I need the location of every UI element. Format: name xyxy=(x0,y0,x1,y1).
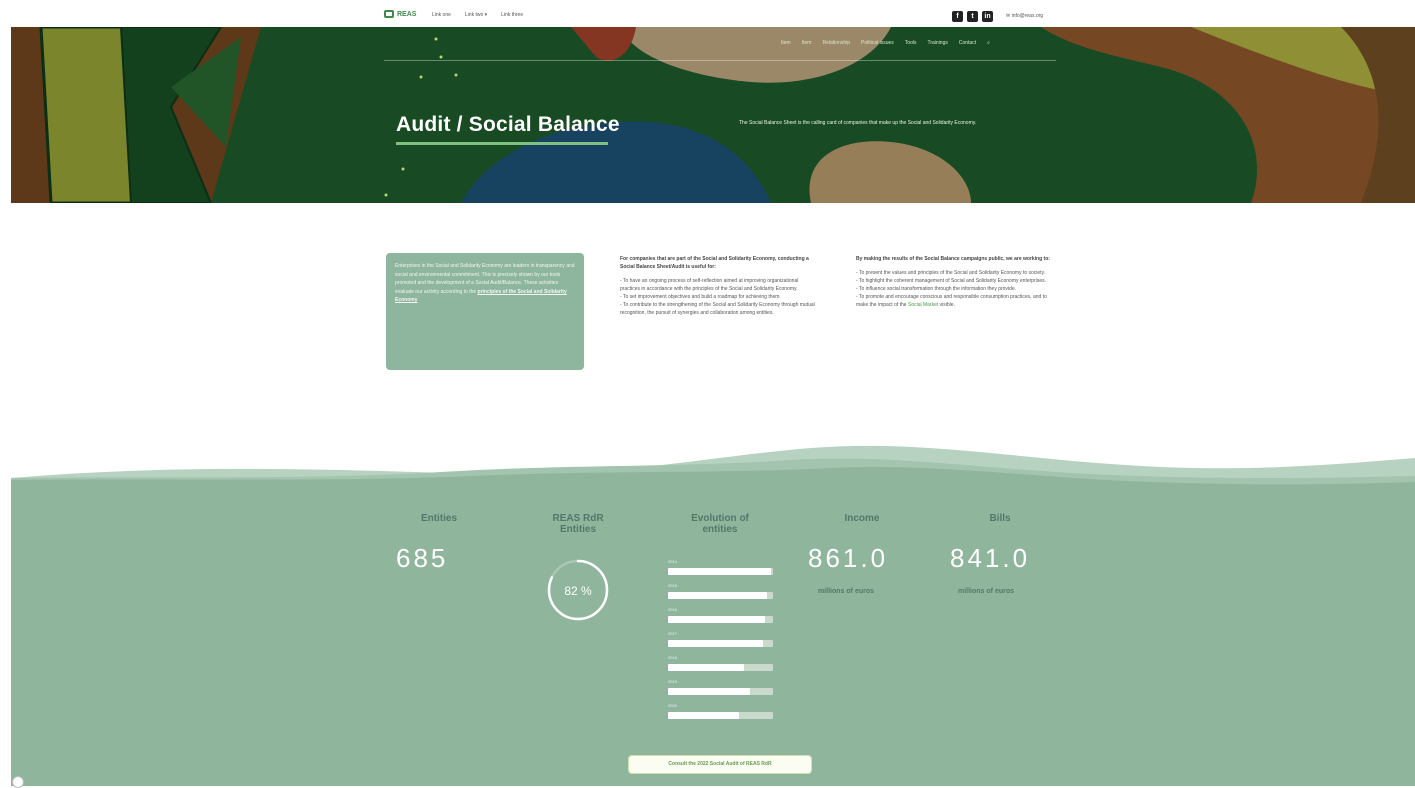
bills-label: Bills xyxy=(989,513,1011,524)
main-nav: Item Item Relationship Political issues … xyxy=(781,40,990,46)
facebook-icon[interactable]: f xyxy=(952,11,963,22)
page-title: Audit / Social Balance xyxy=(396,113,620,136)
evolution-year-label: 2016 xyxy=(668,607,677,612)
evolution-bar-fill xyxy=(668,568,771,575)
email-text: info@reas.org xyxy=(1011,13,1044,19)
hero-illustration xyxy=(11,27,1415,203)
hero-description: The Social Balance Sheet is the calling … xyxy=(739,120,977,126)
nav-item-2[interactable]: Item xyxy=(802,40,812,46)
evolution-bar-fill xyxy=(668,592,767,599)
benefit-item: - To contribute to the strengthening of … xyxy=(620,302,815,316)
logo-mark-icon xyxy=(384,10,394,18)
entities-label: Entities xyxy=(420,513,458,524)
goal-item: - To influence social transformation thr… xyxy=(856,286,1016,292)
nav-item-trainings[interactable]: Trainings xyxy=(927,40,947,46)
goals-heading: By making the results of the Social Bala… xyxy=(856,256,1050,262)
benefit-item: - To set improvement objectives and buil… xyxy=(620,294,781,300)
nav-divider xyxy=(384,60,1056,61)
bills-unit: millions of euros xyxy=(958,588,1015,595)
social-market-link[interactable]: Social Market xyxy=(908,302,938,308)
goal-item: - To present the values and principles o… xyxy=(856,270,1046,276)
evolution-bar-fill xyxy=(668,616,765,623)
evolution-bar-row: 2018 xyxy=(668,655,774,679)
info-callout: Enterprises in the Social and Solidarity… xyxy=(386,253,584,370)
accessibility-icon[interactable] xyxy=(12,776,24,788)
goal-item: - To highlight the coherent management o… xyxy=(856,278,1047,284)
nav-item-1[interactable]: Item xyxy=(781,40,791,46)
evolution-bar-fill xyxy=(668,688,750,695)
nav-item-relationship[interactable]: Relationship xyxy=(822,40,850,46)
benefits-heading: For companies that are part of the Socia… xyxy=(620,256,809,270)
logo-text: REAS xyxy=(397,10,417,18)
search-icon[interactable]: ⌕ xyxy=(987,40,990,46)
evolution-year-label: 2014 xyxy=(668,559,677,564)
bills-value: 841.0 xyxy=(950,543,1031,573)
evolution-year-label: 2020 xyxy=(668,703,677,708)
benefit-item: - To have an ongoing process of self-ref… xyxy=(620,278,799,292)
goal-item: - To promote and encourage conscious and… xyxy=(856,293,1054,309)
top-links: Link one Link two ▾ Link three xyxy=(432,12,523,18)
evolution-year-label: 2018 xyxy=(668,655,677,660)
top-bar: REAS Link one Link two ▾ Link three f t … xyxy=(0,0,1415,28)
twitter-icon[interactable]: t xyxy=(967,11,978,22)
entities-value: 685 xyxy=(396,543,449,573)
evolution-bar-row: 2017 xyxy=(668,631,774,655)
evolution-label: Evolution of entities xyxy=(691,513,749,535)
evolution-bar-row: 2015 xyxy=(668,583,774,607)
evolution-year-label: 2015 xyxy=(668,583,677,588)
evolution-bar-track xyxy=(668,664,773,671)
top-link-1[interactable]: Link one xyxy=(432,12,451,18)
site-logo[interactable]: REAS xyxy=(384,10,416,18)
nav-item-contact[interactable]: Contact xyxy=(959,40,976,46)
evolution-bar-track xyxy=(668,712,773,719)
evolution-bar-fill xyxy=(668,712,740,719)
evolution-bar-track xyxy=(668,640,773,647)
evolution-bar-row: 2016 xyxy=(668,607,774,631)
evolution-bar-track xyxy=(668,616,773,623)
goal-item-tail: visible. xyxy=(938,302,955,308)
evolution-bar-track xyxy=(668,592,773,599)
nav-item-tools[interactable]: Tools xyxy=(905,40,917,46)
evolution-year-label: 2017 xyxy=(668,631,677,636)
income-unit: millions of euros xyxy=(818,588,875,595)
evolution-bar-fill xyxy=(668,664,744,671)
evolution-year-label: 2019 xyxy=(668,679,677,684)
nav-item-political-issues[interactable]: Political issues xyxy=(861,40,894,46)
email-link[interactable]: ✉ info@reas.org xyxy=(1006,13,1043,19)
linkedin-icon[interactable]: in xyxy=(982,11,993,22)
evolution-bars: 2014 2015 2016 2017 2018 2019 2020 xyxy=(668,559,774,727)
income-value: 861.0 xyxy=(808,543,889,573)
top-link-3[interactable]: Link three xyxy=(501,12,523,18)
evolution-bar-fill xyxy=(668,640,763,647)
benefits-column: For companies that are part of the Socia… xyxy=(620,255,818,317)
social-links: f t in xyxy=(952,11,993,22)
evolution-bar-track xyxy=(668,688,773,695)
reas-percent-value: 82 % xyxy=(564,584,592,598)
evolution-bar-track xyxy=(668,568,773,575)
title-underline xyxy=(396,142,608,145)
evolution-bar-row: 2020 xyxy=(668,703,774,727)
evolution-bar-row: 2019 xyxy=(668,679,774,703)
reas-entities-label: REAS RdR Entities xyxy=(552,513,604,535)
consult-audit-button[interactable]: Consult the 2022 Social Audit of REAS Rd… xyxy=(628,755,812,774)
top-link-2[interactable]: Link two ▾ xyxy=(465,12,487,18)
income-label: Income xyxy=(844,513,880,524)
hero-banner: Item Item Relationship Political issues … xyxy=(11,27,1415,203)
goals-column: By making the results of the Social Bala… xyxy=(856,255,1054,309)
evolution-bar-row: 2014 xyxy=(668,559,774,583)
